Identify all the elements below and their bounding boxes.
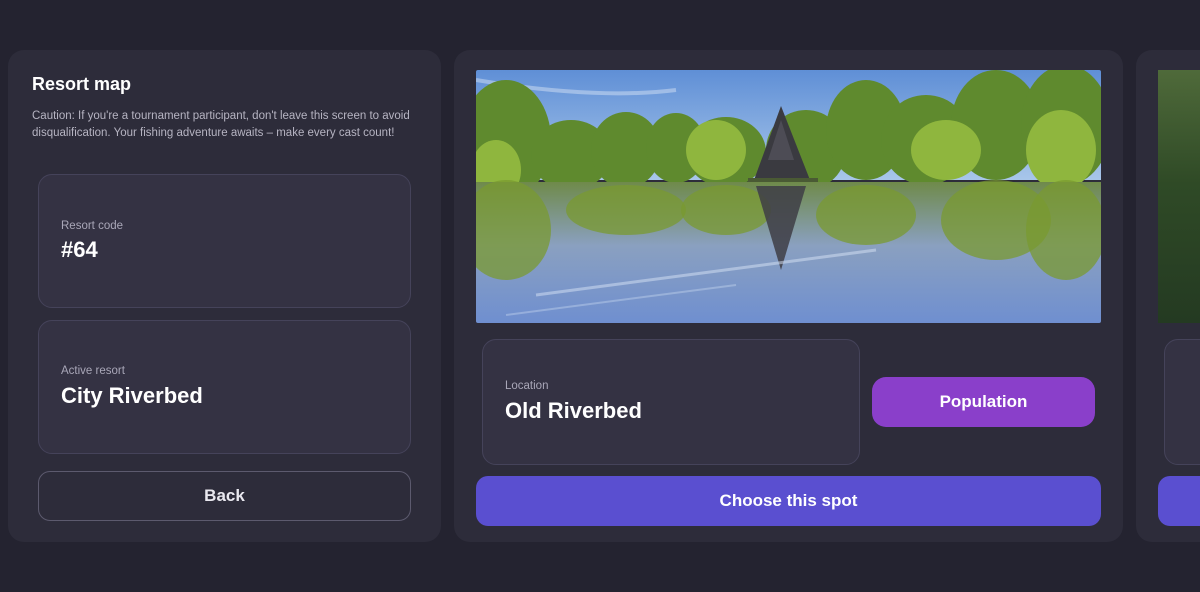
next-choose-button[interactable] [1158, 476, 1200, 526]
panel-title: Resort map [32, 74, 132, 94]
next-spot-photo [1158, 70, 1200, 323]
lake-photo [476, 70, 1101, 323]
resort-map-screen: Resort map Caution: If you're a tourname… [0, 0, 1200, 592]
population-button[interactable]: Population [872, 377, 1095, 427]
resort-code-value: #64 [61, 237, 98, 262]
location-value: Old Riverbed [505, 398, 642, 423]
next-location-card [1164, 339, 1200, 465]
next-spot-card[interactable] [1136, 50, 1200, 542]
spot-card: Location Old Riverbed Population Choose … [454, 50, 1123, 542]
active-resort-card: Active resort City Riverbed [38, 320, 411, 454]
active-resort-label: Active resort [61, 365, 125, 377]
choose-spot-button[interactable]: Choose this spot [476, 476, 1101, 526]
resort-code-label: Resort code [61, 220, 124, 232]
caution-text: Caution: If you're a tournament particip… [32, 110, 410, 139]
location-label: Location [505, 380, 549, 392]
resort-info-panel: Resort map Caution: If you're a tourname… [8, 50, 441, 542]
resort-code-card: Resort code #64 [38, 174, 411, 308]
back-button[interactable]: Back [38, 471, 411, 521]
location-card: Location Old Riverbed [482, 339, 860, 465]
active-resort-value: City Riverbed [61, 383, 203, 408]
